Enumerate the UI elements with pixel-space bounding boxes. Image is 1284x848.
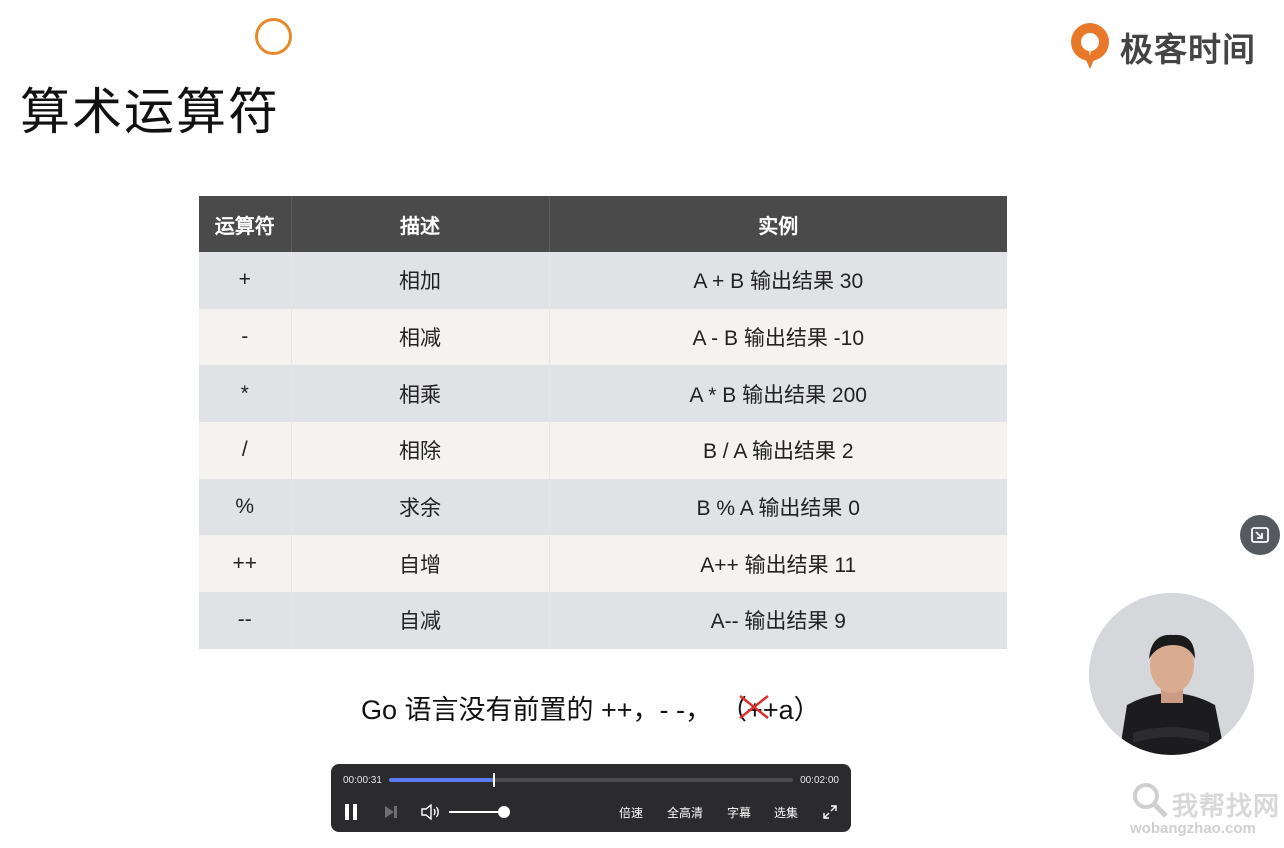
- table-row: % 求余 B % A 输出结果 0: [199, 478, 1007, 536]
- note-main: Go 语言没有前置的 ++，- -，: [361, 695, 713, 725]
- video-player-controls: 00:00:31 00:02:00 倍速 全高清 字幕 选集: [331, 764, 851, 832]
- cell-operator: /: [199, 422, 292, 479]
- geektime-logo-icon: [1071, 23, 1109, 69]
- watermark-name: 我帮找网: [1172, 791, 1281, 821]
- cell-description: 相除: [291, 422, 550, 479]
- cell-example: B / A 输出结果 2: [549, 422, 1007, 479]
- header-description: 描述: [291, 196, 550, 252]
- duration: 00:02:00: [800, 775, 839, 786]
- cell-operator: ++: [199, 535, 292, 593]
- watermark-url: wobangzhao.com: [1130, 820, 1256, 837]
- presenter-avatar-icon: [1089, 593, 1254, 755]
- volume-button[interactable]: [421, 802, 441, 822]
- red-cross-mark-icon: [739, 695, 769, 719]
- quality-button[interactable]: 全高清: [667, 804, 703, 821]
- progress-played: [389, 778, 495, 782]
- cell-description: 自增: [291, 535, 550, 593]
- cell-example: A-- 输出结果 9: [549, 592, 1007, 649]
- cell-operator: --: [199, 592, 292, 649]
- site-watermark: 我帮找网 wobangzhao.com: [1128, 778, 1280, 840]
- pause-icon: [345, 804, 357, 820]
- cell-operator: %: [199, 478, 292, 536]
- picture-in-picture-button[interactable]: [1240, 515, 1280, 555]
- operators-table: 运算符 描述 实例 + 相加 A + B 输出结果 30 - 相减 A - B …: [199, 196, 1007, 649]
- cell-description: 求余: [291, 478, 550, 536]
- pause-button[interactable]: [343, 802, 359, 822]
- cell-operator: -: [199, 308, 292, 366]
- table-row: + 相加 A + B 输出结果 30: [199, 252, 1007, 309]
- cell-example: A++ 输出结果 11: [549, 535, 1007, 593]
- volume-icon: [421, 804, 439, 820]
- slide-title: 算术运算符: [20, 84, 280, 140]
- subtitles-button[interactable]: 字幕: [727, 804, 751, 821]
- cell-operator: *: [199, 365, 292, 423]
- table-row: * 相乘 A * B 输出结果 200: [199, 365, 1007, 423]
- header-example: 实例: [549, 196, 1007, 252]
- table-row: -- 自减 A-- 输出结果 9: [199, 592, 1007, 649]
- cell-example: A - B 输出结果 -10: [549, 308, 1007, 366]
- cell-description: 自减: [291, 592, 550, 649]
- volume-knob[interactable]: [498, 806, 511, 818]
- progress-handle[interactable]: [493, 773, 496, 787]
- cell-example: A + B 输出结果 30: [549, 252, 1007, 309]
- header-operator: 运算符: [199, 196, 292, 252]
- picture-in-picture-icon: [1251, 527, 1269, 543]
- cell-example: A * B 输出结果 200: [549, 365, 1007, 423]
- current-time: 00:00:31: [343, 775, 382, 786]
- next-button[interactable]: [383, 802, 399, 822]
- speed-button[interactable]: 倍速: [619, 804, 643, 821]
- brand-name: 极客时间: [1120, 31, 1256, 68]
- note-text: Go 语言没有前置的 ++，- -， （++a）: [361, 688, 821, 727]
- table-row: ++ 自增 A++ 输出结果 11: [199, 535, 1007, 593]
- magnifier-icon: [1133, 783, 1168, 818]
- skip-next-icon: [385, 806, 397, 818]
- struck-example: （++a）: [720, 688, 821, 727]
- fullscreen-button[interactable]: [821, 802, 839, 822]
- decorative-circle: [255, 18, 292, 55]
- cell-description: 相乘: [291, 365, 550, 423]
- note-paren-close: ）: [793, 695, 821, 725]
- episodes-button[interactable]: 选集: [774, 804, 798, 821]
- presenter-webcam: [1089, 593, 1254, 755]
- progress-bar[interactable]: [389, 773, 793, 787]
- fullscreen-icon: [823, 805, 837, 819]
- brand-logo: 极客时间: [1068, 20, 1256, 74]
- cell-description: 相减: [291, 308, 550, 366]
- cell-description: 相加: [291, 252, 550, 309]
- table-header-row: 运算符 描述 实例: [199, 196, 1007, 252]
- table-row: - 相减 A - B 输出结果 -10: [199, 308, 1007, 366]
- table-row: / 相除 B / A 输出结果 2: [199, 422, 1007, 479]
- video-slide: 算术运算符 极客时间 运算符 描述 实例 + 相加 A + B 输出结果 30: [0, 0, 1284, 848]
- cell-operator: +: [199, 252, 292, 309]
- cell-example: B % A 输出结果 0: [549, 478, 1007, 536]
